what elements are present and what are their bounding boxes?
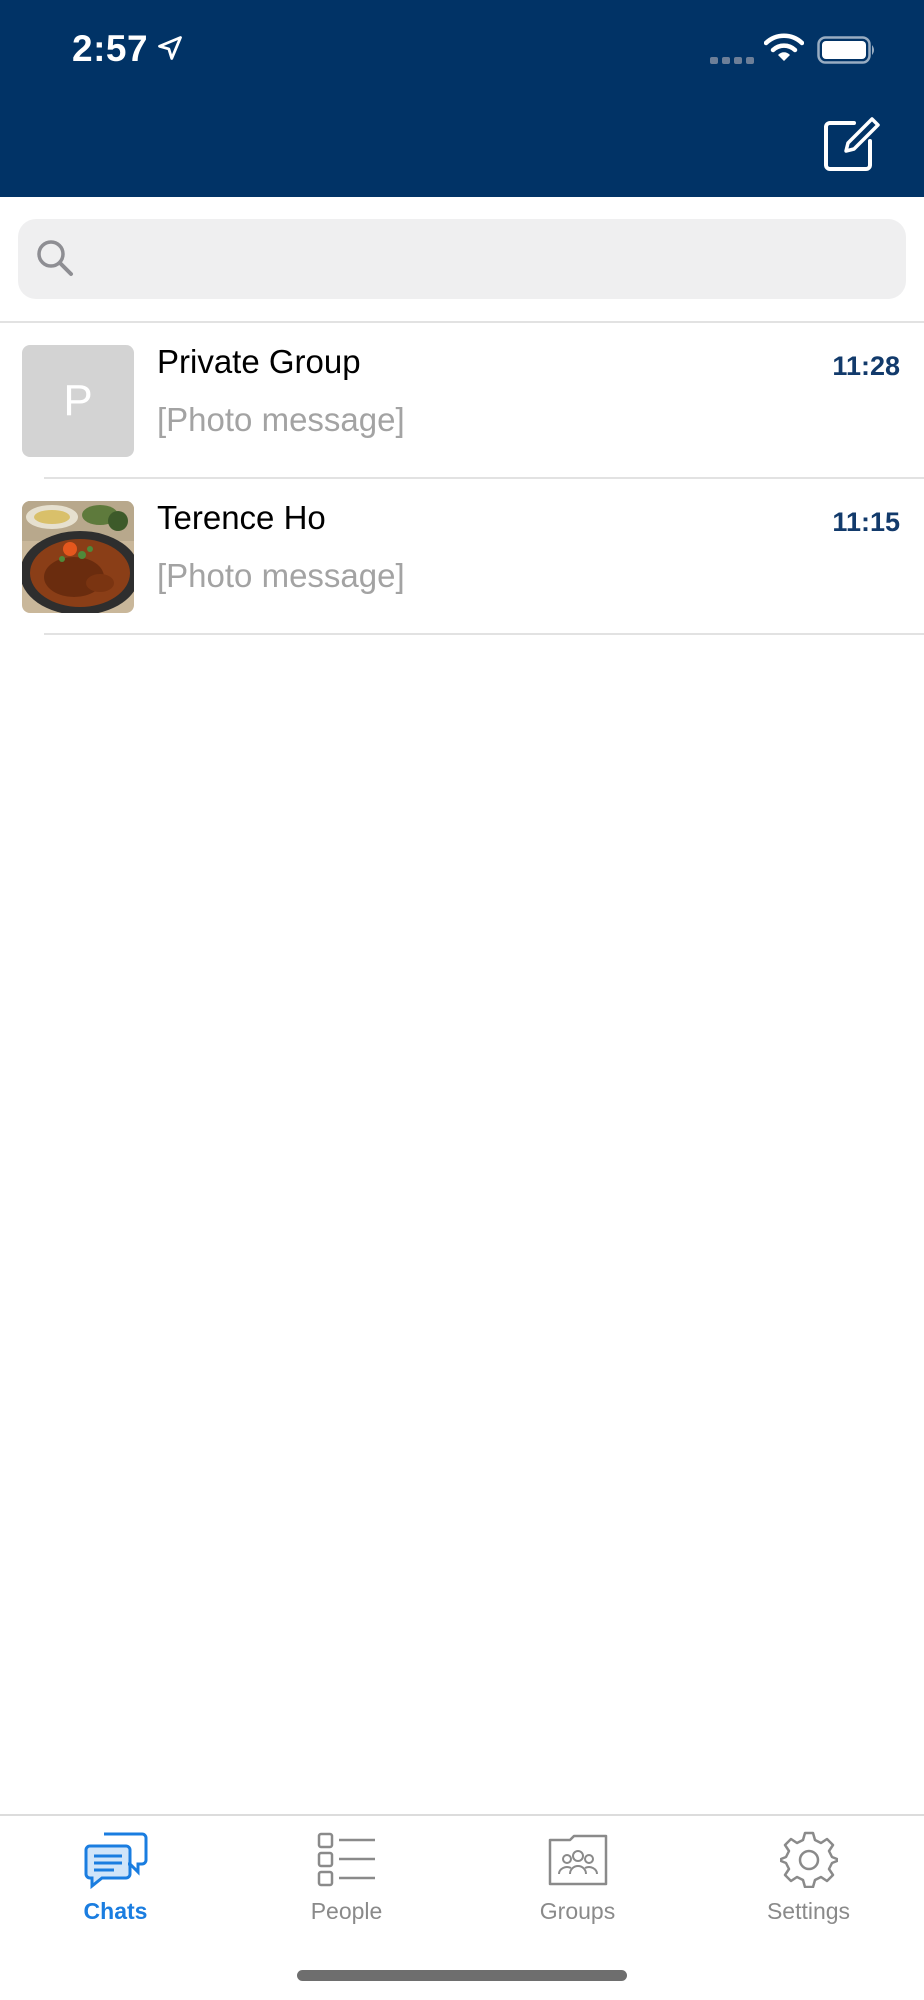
chats-icon: [84, 1830, 148, 1895]
chat-name: Terence Ho: [157, 499, 326, 536]
chat-row-private-group[interactable]: P Private Group 11:28 [Photo message]: [0, 323, 924, 479]
compose-icon: [824, 117, 880, 171]
avatar-photo: [22, 501, 134, 613]
tab-groups[interactable]: Groups: [462, 1816, 693, 1936]
tab-label: People: [310, 1898, 383, 1924]
tab-label: Chats: [83, 1898, 148, 1924]
tab-chats[interactable]: Chats: [0, 1816, 231, 1936]
search-bar[interactable]: [18, 219, 906, 299]
chat-name: Private Group: [157, 343, 361, 380]
tab-settings[interactable]: Settings: [693, 1816, 924, 1936]
chat-row-terence-ho[interactable]: Terence Ho 11:15 [Photo message]: [0, 479, 924, 635]
chat-time: 11:28: [832, 351, 900, 381]
tab-label: Groups: [539, 1898, 616, 1924]
app-header: 2:57: [0, 0, 924, 197]
divider: [44, 633, 924, 635]
location-arrow-icon: [156, 34, 184, 67]
chat-time: 11:15: [832, 507, 900, 537]
groups-icon: [548, 1830, 608, 1891]
avatar: P: [22, 345, 134, 457]
status-time: 2:57: [72, 28, 149, 69]
wifi-icon: [763, 33, 805, 68]
search-input[interactable]: [90, 219, 890, 299]
compose-button[interactable]: [820, 115, 880, 175]
search-icon: [34, 237, 76, 284]
chat-preview: [Photo message]: [157, 401, 405, 438]
cellular-signal-icon: [710, 52, 754, 70]
people-list-icon: [317, 1830, 377, 1893]
tab-label: Settings: [766, 1898, 851, 1924]
tab-people[interactable]: People: [231, 1816, 462, 1936]
settings-gear-icon: [779, 1830, 838, 1893]
chat-preview: [Photo message]: [157, 557, 405, 594]
battery-icon: [817, 36, 877, 69]
home-indicator[interactable]: [297, 1970, 627, 1981]
